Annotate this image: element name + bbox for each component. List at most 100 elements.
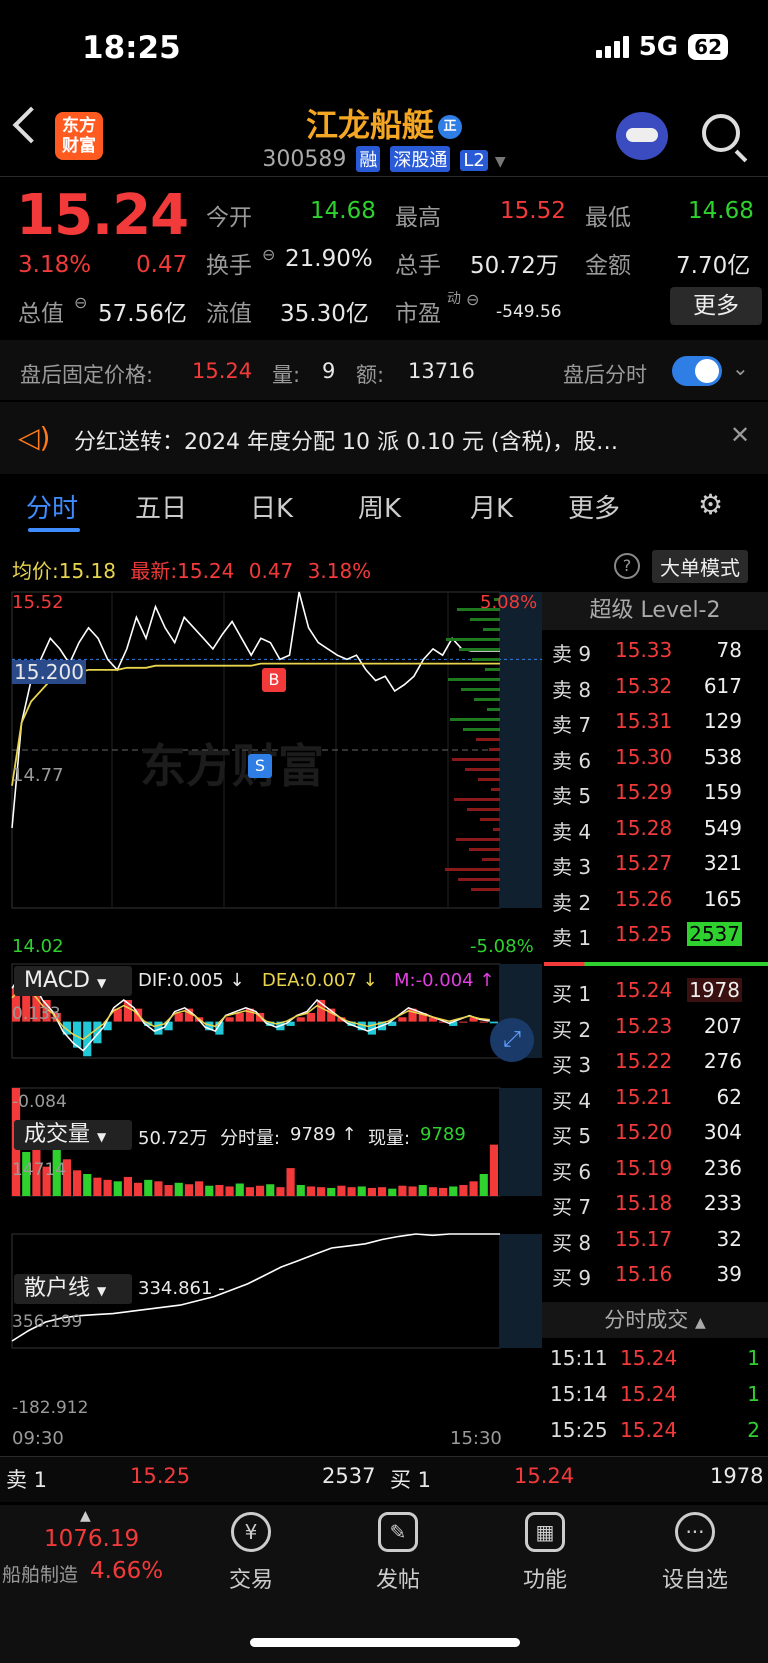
nav-trade[interactable]: ¥ 交易: [196, 1512, 306, 1594]
order-level-label: 卖 2: [552, 890, 592, 915]
y-tick-low: 14.02: [12, 936, 64, 957]
bid-row[interactable]: 买 6 15.19 236: [542, 1150, 768, 1185]
bid-row[interactable]: 买 5 15.20 304: [542, 1114, 768, 1149]
bid-row[interactable]: 买 1 15.24 1978: [542, 972, 768, 1007]
order-volume: 538: [703, 744, 742, 769]
speaker-icon: ◁): [18, 421, 51, 454]
index-name[interactable]: 船舶制造: [2, 1560, 78, 1587]
index-up-icon: ▲: [80, 1508, 91, 1524]
summary-ask-price: 15.25: [130, 1464, 191, 1488]
depth-bar: [458, 878, 500, 881]
nav-watchlist[interactable]: ··· 设自选: [640, 1512, 750, 1594]
ask-row[interactable]: 卖 7 15.31 129: [542, 703, 768, 738]
macd-bar: [93, 1021, 102, 1044]
tab-five-day[interactable]: 五日: [135, 488, 187, 525]
change-value: 0.47: [136, 252, 188, 278]
tab-daily[interactable]: 日K: [250, 488, 293, 525]
volume-bar: [459, 1184, 468, 1196]
ask-row[interactable]: 卖 5 15.29 159: [542, 774, 768, 809]
volume-bar: [235, 1183, 244, 1196]
after-hours-toggle[interactable]: [672, 356, 722, 386]
macd-bar: [174, 1012, 183, 1022]
more-button[interactable]: 更多: [670, 287, 762, 325]
volume-bar: [398, 1185, 407, 1196]
ask-row[interactable]: 卖 4 15.28 549: [542, 810, 768, 845]
order-volume: 276: [703, 1049, 742, 1073]
ask-row[interactable]: 卖 9 15.33 78: [542, 632, 768, 667]
volume-bar: [93, 1177, 102, 1196]
order-volume: 207: [703, 1013, 742, 1038]
bid-row[interactable]: 买 9 15.16 39: [542, 1256, 768, 1291]
tick-price: 15.24: [620, 1346, 678, 1370]
depth-bar: [456, 838, 500, 841]
buy-marker[interactable]: B: [262, 668, 286, 692]
pe-superscript: 动: [447, 291, 461, 307]
after-hours-amt: 13716: [408, 359, 475, 383]
ask-row[interactable]: 卖 6 15.30 538: [542, 739, 768, 774]
volume-bar: [378, 1187, 387, 1196]
low-label: 最低: [585, 205, 631, 231]
depth-bar: [469, 848, 500, 851]
info-icon[interactable]: ⊖: [262, 245, 275, 264]
bid-row[interactable]: 买 3 15.22 276: [542, 1043, 768, 1078]
ask-row[interactable]: 卖 1 15.25 2537: [542, 916, 768, 951]
info-icon[interactable]: ⊖: [466, 290, 479, 309]
ticks-title[interactable]: 分时成交 ▲: [542, 1302, 768, 1338]
float-label: 流值: [206, 301, 252, 327]
volume-bar: [367, 1187, 376, 1196]
tab-monthly[interactable]: 月K: [470, 488, 513, 525]
macd-bar: [459, 1021, 468, 1023]
index-pct[interactable]: 4.66%: [90, 1558, 163, 1584]
info-icon[interactable]: ⊖: [74, 293, 87, 312]
nav-functions[interactable]: ▦ 功能: [490, 1512, 600, 1594]
expand-icon[interactable]: ⤢: [490, 1018, 534, 1062]
close-icon[interactable]: ✕: [730, 421, 750, 449]
order-price: 15.23: [615, 1013, 673, 1038]
volume-bar: [73, 1170, 82, 1196]
bid-row[interactable]: 买 4 15.21 62: [542, 1079, 768, 1114]
y-tick-pct-low: -5.08%: [470, 936, 534, 957]
summary-bid-price: 15.24: [514, 1464, 575, 1488]
search-icon[interactable]: [702, 114, 740, 152]
macd-selector[interactable]: MACD ▼: [14, 966, 132, 996]
bid-row[interactable]: 买 8 15.17 32: [542, 1221, 768, 1256]
sell-marker[interactable]: S: [248, 754, 272, 778]
tab-weekly[interactable]: 周K: [358, 488, 401, 525]
ask-row[interactable]: 卖 8 15.32 617: [542, 668, 768, 703]
order-volume: 78: [716, 638, 742, 662]
mktcap-value: 57.56亿: [98, 301, 187, 327]
tab-more[interactable]: 更多: [568, 488, 620, 525]
depth-bar: [470, 618, 500, 621]
ask-row[interactable]: 卖 3 15.27 321: [542, 845, 768, 880]
volume-bar: [215, 1184, 224, 1196]
notice-text[interactable]: 分红送转：2024 年度分配 10 派 0.10 元 (含税)，股…: [74, 424, 674, 456]
volume-bar: [225, 1186, 234, 1196]
volume-bar: [164, 1184, 173, 1196]
order-level-label: 买 2: [552, 1017, 592, 1042]
amount-value: 7.70亿: [676, 253, 751, 279]
help-icon[interactable]: ?: [614, 553, 640, 579]
bid-row[interactable]: 买 7 15.18 233: [542, 1185, 768, 1220]
order-price: 15.29: [615, 780, 673, 804]
depth-bar: [463, 728, 500, 731]
bid-row[interactable]: 买 2 15.23 207: [542, 1008, 768, 1043]
order-book-title[interactable]: 超级 Level-2: [542, 592, 768, 630]
volume-bar: [174, 1182, 183, 1196]
nav-post[interactable]: ✎ 发帖: [343, 1512, 453, 1594]
index-value[interactable]: 1076.19: [44, 1526, 139, 1552]
macd-bar: [306, 1012, 315, 1022]
tag-margin: 融: [356, 146, 381, 172]
volume-total: 50.72万: [138, 1128, 208, 1149]
volume-selector[interactable]: 成交量 ▼: [14, 1120, 132, 1150]
retail-selector[interactable]: 散户线 ▼: [14, 1274, 132, 1304]
robot-assistant-icon[interactable]: [616, 112, 668, 160]
depth-bar: [459, 648, 500, 651]
status-indicators: 5G 62: [595, 32, 728, 62]
gear-icon[interactable]: ⚙: [698, 488, 723, 521]
retail-y-top: 356.199: [12, 1312, 83, 1332]
chevron-down-icon[interactable]: ⌄: [732, 356, 749, 380]
big-order-mode-button[interactable]: 大单模式: [652, 550, 748, 583]
order-price: 15.30: [615, 744, 673, 769]
tab-intraday[interactable]: 分时: [26, 488, 78, 525]
ask-row[interactable]: 卖 2 15.26 165: [542, 881, 768, 916]
